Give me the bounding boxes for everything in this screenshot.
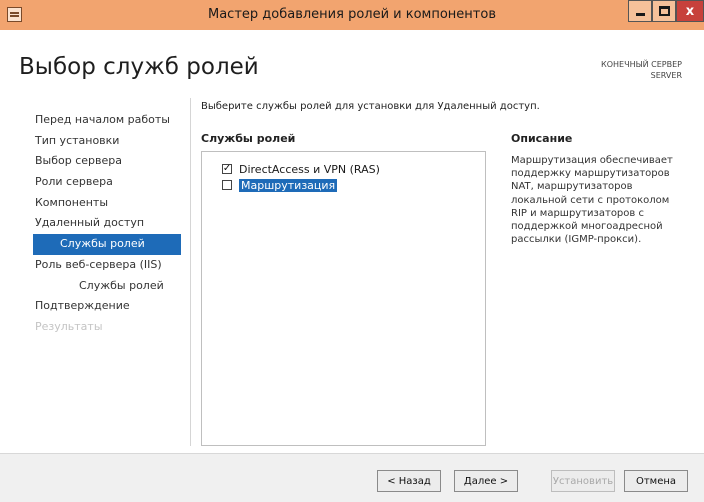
role-service-label-selected: Маршрутизация xyxy=(239,178,338,192)
destination-server-name: SERVER xyxy=(650,71,682,80)
checkbox-directaccess-vpn[interactable]: ✓ xyxy=(222,164,232,174)
nav-item-before-you-begin[interactable]: Перед началом работы xyxy=(35,110,181,131)
nav-item-web-server-role[interactable]: Роль веб-сервера (IIS) xyxy=(35,255,181,276)
checkbox-routing[interactable] xyxy=(222,180,232,190)
close-icon: x xyxy=(685,3,695,19)
minimize-button[interactable] xyxy=(628,0,652,22)
title-bar[interactable]: Мастер добавления ролей и компонентов x xyxy=(0,0,704,30)
back-button[interactable]: < Назад xyxy=(377,470,441,492)
nav-item-features[interactable]: Компоненты xyxy=(35,193,181,214)
description-text: Маршрутизация обеспечивает поддержку мар… xyxy=(511,155,673,246)
role-services-header: Службы ролей xyxy=(201,132,296,145)
nav-item-role-services[interactable]: Службы ролей xyxy=(33,234,181,255)
install-button: Установить xyxy=(551,470,615,492)
role-service-label: DirectAccess и VPN (RAS) xyxy=(239,162,380,176)
nav-item-results: Результаты xyxy=(35,319,103,333)
description-header: Описание xyxy=(511,132,573,145)
nav-item-web-role-services[interactable]: Службы ролей xyxy=(35,276,181,297)
wizard-nav: Перед началом работы Тип установки Выбор… xyxy=(33,110,181,338)
destination-label: КОНЕЧНЫЙ СЕРВЕР xyxy=(601,60,682,69)
role-service-item[interactable]: Маршрутизация xyxy=(222,177,338,193)
nav-divider xyxy=(190,98,191,446)
next-button[interactable]: Далее > xyxy=(454,470,518,492)
nav-item-installation-type[interactable]: Тип установки xyxy=(35,131,181,152)
nav-item-server-selection[interactable]: Выбор сервера xyxy=(35,151,181,172)
destination-server: КОНЕЧНЫЙ СЕРВЕР SERVER xyxy=(601,59,682,81)
window-title: Мастер добавления ролей и компонентов xyxy=(207,7,496,22)
instruction-text: Выберите службы ролей для установки для … xyxy=(201,101,540,112)
checkmark-icon: ✓ xyxy=(222,163,232,174)
nav-item-confirmation[interactable]: Подтверждение xyxy=(35,296,181,317)
cancel-button[interactable]: Отмена xyxy=(624,470,688,492)
role-service-item[interactable]: ✓ DirectAccess и VPN (RAS) xyxy=(222,161,380,177)
role-services-list[interactable]: ✓ DirectAccess и VPN (RAS) Маршрутизация xyxy=(201,151,486,446)
maximize-button[interactable] xyxy=(652,0,676,22)
nav-item-server-roles[interactable]: Роли сервера xyxy=(35,172,181,193)
nav-item-remote-access[interactable]: Удаленный доступ xyxy=(35,213,181,234)
page-title: Выбор служб ролей xyxy=(19,54,259,80)
close-button[interactable]: x xyxy=(676,0,704,22)
